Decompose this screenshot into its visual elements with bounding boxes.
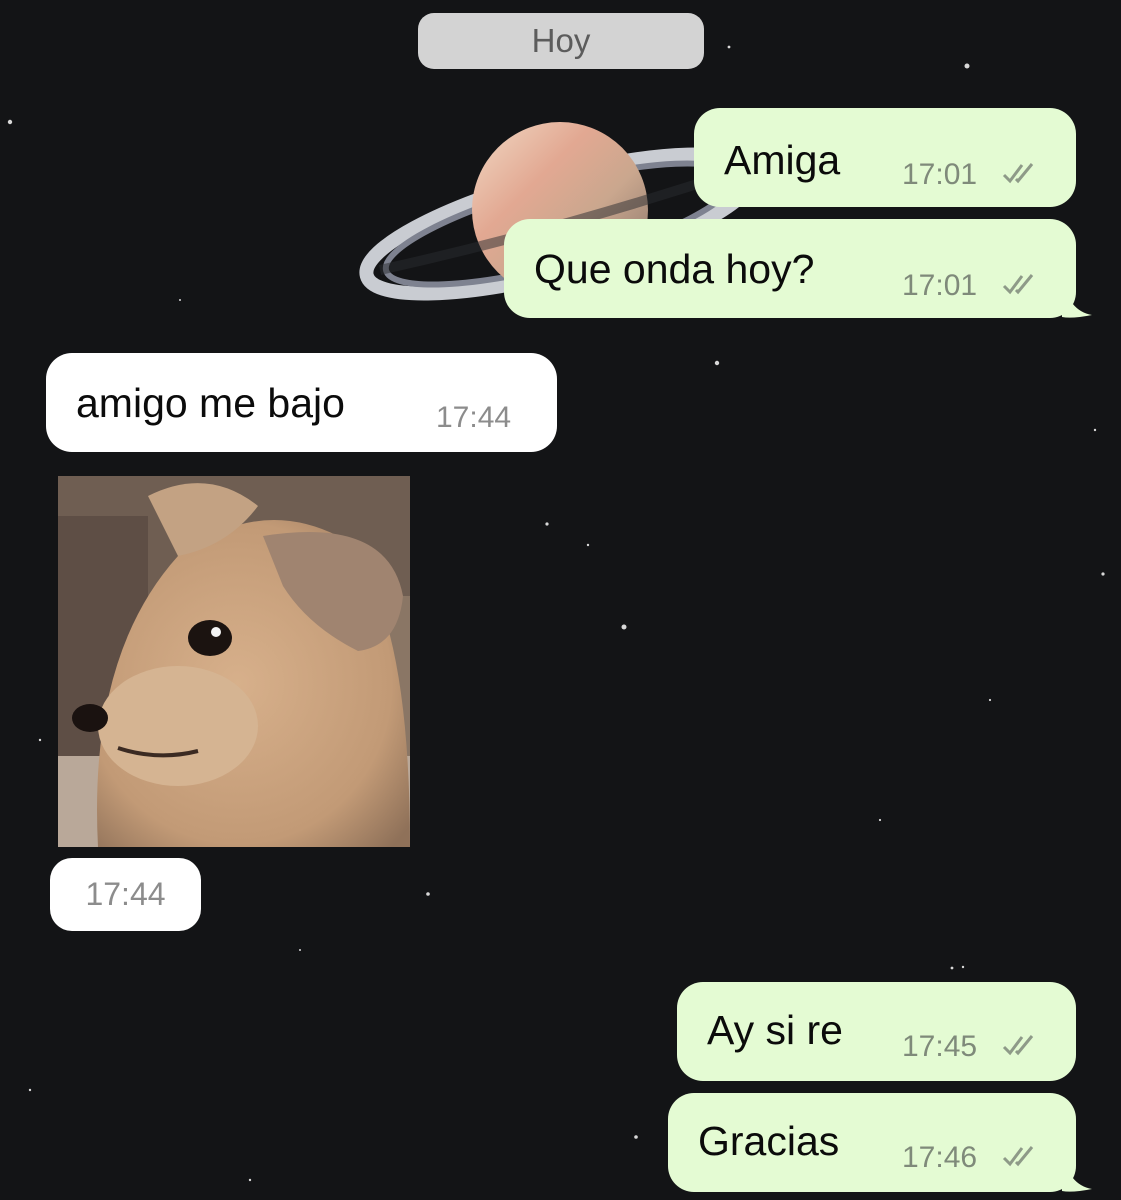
message-time: 17:01 bbox=[902, 158, 978, 191]
message-time: 17:46 bbox=[902, 1141, 978, 1174]
message-text: amigo me bajo bbox=[76, 380, 345, 426]
photo-timestamp: 17:44 bbox=[50, 858, 201, 931]
message-time: 17:01 bbox=[902, 269, 978, 302]
message-text: Que onda hoy? bbox=[534, 246, 815, 292]
incoming-message[interactable]: amigo me bajo 17:44 bbox=[46, 353, 557, 452]
outgoing-message[interactable]: Gracias 17:46 bbox=[668, 1093, 1076, 1192]
bubble-tail bbox=[1062, 277, 1092, 318]
message-time: 17:44 bbox=[436, 401, 512, 434]
message-text: Amiga bbox=[724, 137, 841, 183]
message-text: Ay si re bbox=[707, 1007, 843, 1053]
date-divider: Hoy bbox=[418, 13, 704, 69]
double-check-icon bbox=[1002, 1035, 1034, 1056]
double-check-icon bbox=[1002, 274, 1034, 295]
puppy-photo[interactable] bbox=[58, 476, 410, 847]
double-check-icon bbox=[1002, 1146, 1034, 1167]
double-check-icon bbox=[1002, 163, 1034, 184]
bubble-tail bbox=[1062, 1151, 1092, 1192]
message-text: Gracias bbox=[698, 1118, 840, 1164]
outgoing-message[interactable]: Amiga 17:01 bbox=[694, 108, 1076, 207]
outgoing-message[interactable]: Ay si re 17:45 bbox=[677, 982, 1076, 1081]
photo-image bbox=[58, 476, 410, 847]
message-time: 17:45 bbox=[902, 1030, 978, 1063]
outgoing-message[interactable]: Que onda hoy? 17:01 bbox=[504, 219, 1076, 318]
